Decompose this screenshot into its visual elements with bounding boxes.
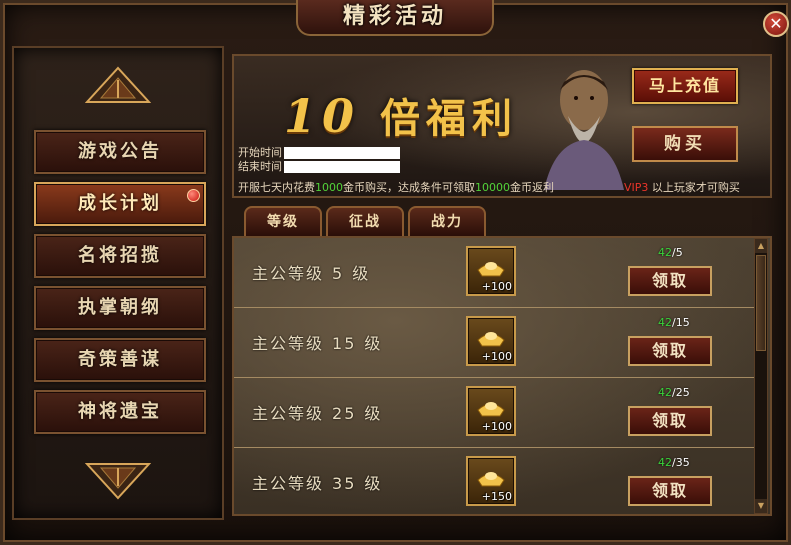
progress-target: /35	[672, 456, 690, 469]
scroll-up-arrow-icon[interactable]	[84, 66, 152, 106]
note-text: 金币购买，达成条件可领取	[343, 181, 475, 194]
sidebar-item-court[interactable]: 执掌朝纲	[34, 286, 206, 330]
note-text: 金币返利	[510, 181, 554, 194]
gold-ingot-icon	[477, 472, 505, 487]
gold-ingot-reward[interactable]: +100	[466, 316, 516, 366]
row-suffix: 级	[364, 404, 383, 423]
progress-current: 42	[658, 316, 672, 329]
progress-text: 42/35	[658, 456, 690, 469]
row-suffix: 级	[352, 264, 371, 283]
reward-count: +150	[481, 490, 512, 503]
end-time-row: 结束时间	[238, 158, 400, 174]
sidebar-item-label: 执掌朝纲	[78, 297, 162, 318]
row-level: 15	[332, 334, 357, 353]
tab-level[interactable]: 等级	[244, 206, 322, 236]
gold-ingot-icon	[477, 262, 505, 277]
buy-button[interactable]: 购买	[632, 126, 738, 162]
progress-current: 42	[658, 386, 672, 399]
progress-target: /25	[672, 386, 690, 399]
scroll-up-icon[interactable]: ▲	[755, 239, 767, 253]
progress-current: 42	[658, 456, 672, 469]
row-prefix: 主公等级	[252, 264, 325, 283]
scroll-thumb[interactable]	[756, 255, 766, 351]
tab-campaign[interactable]: 征战	[326, 206, 404, 236]
sidebar-item-strategy[interactable]: 奇策善谋	[34, 338, 206, 382]
row-prefix: 主公等级	[252, 474, 325, 493]
sidebar-item-growth-plan[interactable]: 成长计划	[34, 182, 206, 226]
progress-target: /15	[672, 316, 690, 329]
sidebar-item-label: 奇策善谋	[78, 349, 162, 370]
vip-level: VIP3	[624, 181, 649, 194]
row-label: 主公等级 5 级	[252, 260, 370, 284]
list-item: 主公等级 35 级 +150 42/35 领取	[234, 448, 754, 514]
notification-dot-icon	[187, 189, 200, 202]
row-level: 25	[332, 404, 357, 423]
end-time-value	[284, 161, 400, 173]
claim-button[interactable]: 领取	[628, 406, 712, 436]
claim-button[interactable]: 领取	[628, 336, 712, 366]
gold-ingot-reward[interactable]: +100	[466, 386, 516, 436]
note-text: 开服七天内花费	[238, 181, 315, 194]
gold-ingot-reward[interactable]: +150	[466, 456, 516, 506]
list-item: 主公等级 15 级 +100 42/15 领取	[234, 308, 754, 378]
progress-text: 42/25	[658, 386, 690, 399]
note-amount: 1000	[315, 181, 343, 194]
row-suffix: 级	[364, 334, 383, 353]
reward-count: +100	[481, 420, 512, 433]
banner-title: 10 倍福利	[284, 86, 518, 144]
progress-text: 42/15	[658, 316, 690, 329]
sidebar-item-announcement[interactable]: 游戏公告	[34, 130, 206, 174]
row-prefix: 主公等级	[252, 404, 325, 423]
list-item: 主公等级 5 级 +100 42/5 领取	[234, 238, 754, 308]
sidebar-item-label: 游戏公告	[78, 141, 162, 162]
gold-ingot-reward[interactable]: +100	[466, 246, 516, 296]
sidebar-item-label: 神将遗宝	[78, 401, 162, 422]
list-item: 主公等级 25 级 +100 42/25 领取	[234, 378, 754, 448]
vip-requirement: VIP3 以上玩家才可购买	[624, 179, 740, 195]
list-scrollbar[interactable]: ▲ ▼	[754, 238, 768, 514]
reward-count: +100	[481, 350, 512, 363]
scroll-down-arrow-icon[interactable]	[84, 460, 152, 500]
banner-title-number: 10	[284, 89, 361, 143]
progress-current: 42	[658, 246, 672, 259]
row-label: 主公等级 15 级	[252, 330, 382, 354]
recharge-button[interactable]: 马上充值	[632, 68, 738, 104]
scroll-down-icon[interactable]: ▼	[755, 499, 767, 513]
sidebar: 游戏公告 成长计划 名将招揽 执掌朝纲 奇策善谋 神将遗宝	[12, 46, 224, 520]
event-banner: 10 倍福利 开始时间 结束时间 开服七天内花费1000金币购买，达成条件可领取…	[232, 54, 772, 198]
sidebar-item-recruit[interactable]: 名将招揽	[34, 234, 206, 278]
row-label: 主公等级 25 级	[252, 400, 382, 424]
vip-text: 以上玩家才可购买	[648, 181, 740, 194]
general-portrait-icon	[544, 70, 624, 190]
row-prefix: 主公等级	[252, 334, 325, 353]
sidebar-item-treasure[interactable]: 神将遗宝	[34, 390, 206, 434]
claim-button[interactable]: 领取	[628, 266, 712, 296]
row-label: 主公等级 35 级	[252, 470, 382, 494]
reward-list: 主公等级 5 级 +100 42/5 领取 主公等级 15 级 +100 42/15 领…	[232, 236, 772, 516]
note-amount: 10000	[475, 181, 510, 194]
banner-title-text: 倍福利	[379, 95, 518, 142]
row-suffix: 级	[364, 474, 383, 493]
reward-count: +100	[481, 280, 512, 293]
end-time-label: 结束时间	[238, 160, 282, 173]
window-title: 精彩活动	[296, 0, 494, 36]
row-level: 5	[332, 264, 345, 283]
tab-power[interactable]: 战力	[408, 206, 486, 236]
sidebar-item-label: 成长计划	[78, 193, 162, 214]
row-level: 35	[332, 474, 357, 493]
progress-target: /5	[672, 246, 683, 259]
gold-ingot-icon	[477, 402, 505, 417]
claim-button[interactable]: 领取	[628, 476, 712, 506]
banner-description: 开服七天内花费1000金币购买，达成条件可领取10000金币返利	[238, 179, 554, 195]
close-button[interactable]: ✕	[763, 11, 789, 37]
sidebar-item-label: 名将招揽	[78, 245, 162, 266]
progress-text: 42/5	[658, 246, 683, 259]
gold-ingot-icon	[477, 332, 505, 347]
